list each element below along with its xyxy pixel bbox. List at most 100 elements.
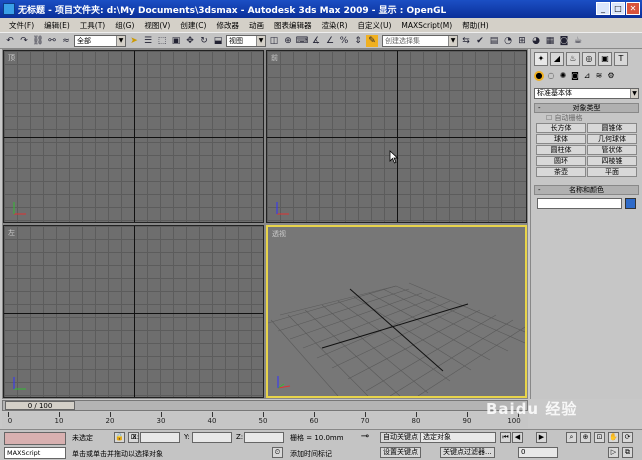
key-mode-dropdown[interactable]: 选定对象 (420, 432, 496, 443)
select-object-icon[interactable]: ➤ (128, 35, 140, 47)
object-type-header[interactable]: - 对象类型 (534, 103, 639, 113)
menu-rendering[interactable]: 渲染(R) (316, 20, 352, 31)
time-tag-icon[interactable]: ⏲ (272, 447, 283, 458)
selection-filter-dropdown[interactable]: 全部 ▼ (74, 34, 126, 47)
menu-graph-editors[interactable]: 图表编辑器 (269, 20, 317, 31)
lock-selection-icon[interactable]: 🔒 (114, 432, 125, 443)
tube-button[interactable]: 管状体 (587, 145, 637, 155)
viewport-front[interactable]: 前 (266, 50, 527, 223)
shapes-icon[interactable]: ◌ (546, 71, 556, 81)
undo-icon[interactable]: ↶ (4, 35, 16, 47)
display-tab-icon[interactable]: ▣ (598, 52, 612, 66)
select-by-name-icon[interactable]: ☰ (142, 35, 154, 47)
pyramid-button[interactable]: 四棱锥 (587, 156, 637, 166)
track-bar[interactable]: 0 10 20 30 40 50 60 70 80 90 100 (2, 412, 528, 428)
teapot-button[interactable]: 茶壶 (536, 167, 586, 177)
maxscript-listener-input[interactable] (4, 432, 66, 445)
mirror-icon[interactable]: ⇆ (460, 35, 472, 47)
key-filters-button[interactable]: 关键点过滤器... (440, 447, 495, 458)
menu-modifiers[interactable]: 修改器 (211, 20, 244, 31)
menu-animation[interactable]: 动画 (244, 20, 269, 31)
menu-maxscript[interactable]: MAXScript(M) (396, 21, 457, 30)
select-manipulate-icon[interactable]: ⊕ (282, 35, 294, 47)
render-frame-icon[interactable]: ◙ (558, 35, 570, 47)
bind-spacewarp-icon[interactable]: ≈ (60, 35, 72, 47)
angle-snap-icon[interactable]: ∠ (324, 35, 336, 47)
autogrid-checkbox[interactable]: ☐ 自动栅格 (534, 113, 639, 123)
viewport-label[interactable]: 顶 (8, 53, 15, 63)
render-setup-icon[interactable]: ▦ (544, 35, 556, 47)
utilities-tab-icon[interactable]: T (614, 52, 628, 66)
spinner-snap-icon[interactable]: ⇕ (352, 35, 364, 47)
set-key-button[interactable]: 设置关键点 (380, 447, 421, 458)
scale-icon[interactable]: ⬓ (212, 35, 224, 47)
reference-coord-dropdown[interactable]: 视图 ▼ (226, 34, 266, 47)
pivot-center-icon[interactable]: ◫ (268, 35, 280, 47)
edit-named-selection-icon[interactable]: ✎ (366, 34, 378, 47)
geometry-icon[interactable]: ● (534, 71, 544, 81)
curve-editor-icon[interactable]: ◔ (502, 35, 514, 47)
pan-icon[interactable]: ✋ (608, 432, 619, 443)
object-name-input[interactable] (537, 198, 622, 209)
window-crossing-icon[interactable]: ▣ (170, 35, 182, 47)
time-slider-thumb[interactable]: 0 / 100 (5, 401, 75, 410)
x-coord-field[interactable] (140, 432, 180, 443)
add-time-tag[interactable]: 添加时间标记 (290, 449, 332, 459)
zoom-all-icon[interactable]: ⊕ (580, 432, 591, 443)
object-color-swatch[interactable] (625, 198, 636, 209)
layer-manager-icon[interactable]: ▤ (488, 35, 500, 47)
systems-icon[interactable]: ⚙ (606, 71, 616, 81)
keyboard-shortcut-icon[interactable]: ⌨ (296, 35, 309, 47)
hierarchy-tab-icon[interactable]: ♨ (566, 52, 580, 66)
move-icon[interactable]: ✥ (184, 35, 196, 47)
modify-tab-icon[interactable]: ◢ (550, 52, 564, 66)
minimize-button[interactable]: _ (596, 2, 610, 15)
y-coord-field[interactable] (192, 432, 232, 443)
menu-create[interactable]: 创建(C) (175, 20, 211, 31)
named-selection-dropdown[interactable]: 创建选择集 ▼ (382, 34, 458, 47)
maxscript-label[interactable]: MAXScript (4, 447, 66, 459)
viewport-label[interactable]: 前 (271, 53, 278, 63)
menu-group[interactable]: 组(G) (110, 20, 139, 31)
name-color-header[interactable]: - 名称和颜色 (534, 185, 639, 195)
menu-help[interactable]: 帮助(H) (457, 20, 494, 31)
maximize-viewport-icon[interactable]: ⧉ (622, 447, 633, 458)
link-icon[interactable]: ⛓ (32, 35, 44, 47)
z-coord-field[interactable] (244, 432, 284, 443)
menu-customize[interactable]: 自定义(U) (353, 20, 397, 31)
menu-tools[interactable]: 工具(T) (75, 20, 110, 31)
prev-frame-icon[interactable]: ◀ (512, 432, 523, 443)
percent-snap-icon[interactable]: % (338, 35, 350, 47)
unlink-icon[interactable]: ⚯ (46, 35, 58, 47)
menu-views[interactable]: 视图(V) (139, 20, 175, 31)
menu-edit[interactable]: 编辑(E) (39, 20, 75, 31)
play-icon[interactable]: ▶ (536, 432, 547, 443)
current-frame-field[interactable]: 0 (518, 447, 558, 458)
maximize-button[interactable]: □ (611, 2, 625, 15)
cylinder-button[interactable]: 圆柱体 (536, 145, 586, 155)
close-button[interactable]: ✕ (626, 2, 640, 15)
plane-button[interactable]: 平面 (587, 167, 637, 177)
rect-selection-icon[interactable]: ⬚ (156, 35, 168, 47)
viewport-label[interactable]: 左 (8, 228, 15, 238)
menu-file[interactable]: 文件(F) (4, 20, 39, 31)
viewport-left[interactable]: 左 (3, 225, 264, 398)
quick-render-icon[interactable]: ☕ (572, 35, 584, 47)
goto-start-icon[interactable]: ⏮ (500, 432, 511, 443)
orbit-icon[interactable]: ⟳ (622, 432, 633, 443)
field-of-view-icon[interactable]: ▷ (608, 447, 619, 458)
redo-icon[interactable]: ↷ (18, 35, 30, 47)
cone-button[interactable]: 圆锥体 (587, 123, 637, 133)
motion-tab-icon[interactable]: ◎ (582, 52, 596, 66)
torus-button[interactable]: 圆环 (536, 156, 586, 166)
zoom-icon[interactable]: ⌕ (566, 432, 577, 443)
auto-key-button[interactable]: 自动关键点 (380, 432, 421, 443)
create-tab-icon[interactable]: ✦ (534, 52, 548, 66)
geosphere-button[interactable]: 几何球体 (587, 134, 637, 144)
align-icon[interactable]: ✔ (474, 35, 486, 47)
category-dropdown[interactable]: 标准基本体 ▼ (534, 88, 639, 99)
material-editor-icon[interactable]: ◕ (530, 35, 542, 47)
viewport-top[interactable]: 顶 (3, 50, 264, 223)
time-slider[interactable]: 0 / 100 (2, 400, 528, 411)
snap-icon[interactable]: ∡ (310, 35, 322, 47)
